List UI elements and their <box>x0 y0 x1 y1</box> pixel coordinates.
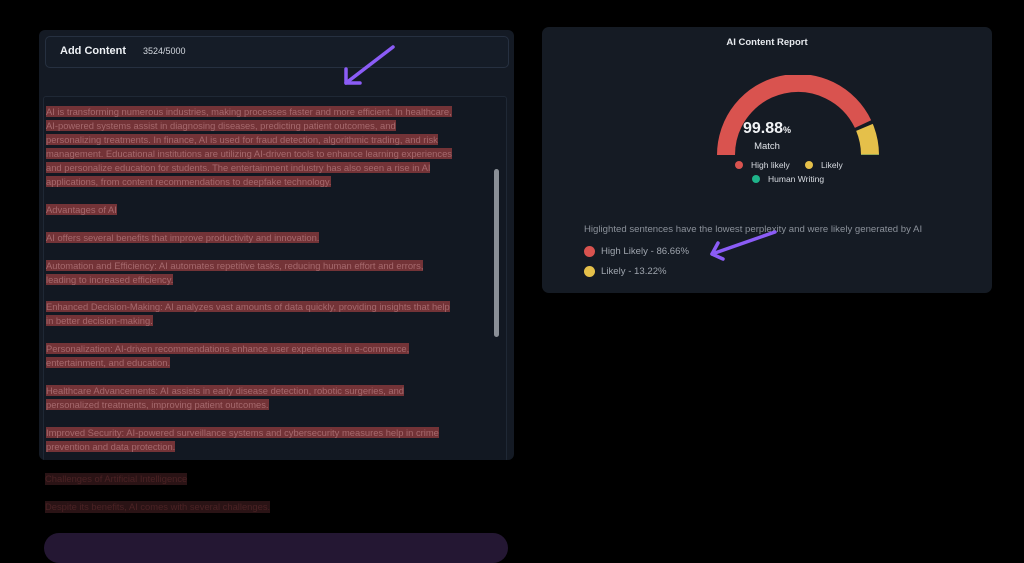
submit-bar[interactable] <box>44 533 508 563</box>
highlight-note: Higlighted sentences have the lowest per… <box>584 224 922 235</box>
yellow-dot-icon <box>805 161 813 169</box>
scrollbar-thumb[interactable] <box>494 169 499 337</box>
content-paragraph: AI offers several benefits that improve … <box>46 231 498 245</box>
highlighted-sentence: AI-powered systems assist in diagnosing … <box>46 120 396 131</box>
highlighted-sentence: Advantages of AI <box>46 204 117 215</box>
content-paragraph: Improved Security: AI-powered surveillan… <box>46 426 498 454</box>
highlighted-sentence: personalized treatments, improving patie… <box>46 399 269 410</box>
score-value: 99.88 <box>743 120 783 137</box>
yellow-dot-icon <box>584 266 595 277</box>
highlighted-sentence: personalizing treatments. In finance, AI… <box>46 134 438 145</box>
stat-label: High Likely - 86.66% <box>601 246 689 257</box>
highlighted-sentence: entertainment, and education. <box>46 357 170 368</box>
highlighted-sentence: in better decision-making. <box>46 315 153 326</box>
content-paragraph: Automation and Efficiency: AI automates … <box>46 259 498 287</box>
content-paragraph: AI is transforming numerous industries, … <box>46 105 498 190</box>
highlighted-sentence: management. Educational institutions are… <box>46 148 452 159</box>
green-dot-icon <box>752 175 760 183</box>
editor-header: Add Content 3524/5000 <box>45 36 509 68</box>
match-label: Match <box>542 141 992 152</box>
red-dot-icon <box>584 246 595 257</box>
stat-high-likely: High Likely - 86.66% <box>584 246 689 257</box>
stat-label: Likely - 13.22% <box>601 266 667 277</box>
highlighted-sentence: Enhanced Decision-Making: AI analyzes va… <box>46 301 450 312</box>
score-unit: % <box>783 125 791 135</box>
content-text: AI is transforming numerous industries, … <box>46 105 498 460</box>
content-paragraph: Personalization: AI-driven recommendatio… <box>46 342 498 370</box>
scrollbar-track[interactable] <box>494 99 500 459</box>
legend-label: Likely <box>821 160 843 170</box>
highlighted-sentence: prevention and data protection. <box>46 441 175 452</box>
highlighted-sentence: leading to increased efficiency. <box>46 274 173 285</box>
highlighted-sentence: Healthcare Advancements: AI assists in e… <box>46 385 404 396</box>
highlighted-sentence: applications, from content recommendatio… <box>46 176 331 187</box>
highlighted-sentence: Improved Security: AI-powered surveillan… <box>46 427 439 438</box>
highlighted-sentence: and personalize education for students. … <box>46 162 430 173</box>
ai-content-report-panel: AI Content Report 99.88% Match High like… <box>542 27 992 293</box>
content-paragraph: Advantages of AI <box>46 203 498 217</box>
add-content-panel: Add Content 3524/5000 AI is transforming… <box>39 30 514 460</box>
legend-human-writing: Human Writing <box>752 174 824 184</box>
legend-label: High likely <box>751 160 790 170</box>
overflow-line: Despite its benefits, AI comes with seve… <box>45 501 270 513</box>
highlighted-sentence: Automation and Efficiency: AI automates … <box>46 260 423 271</box>
content-textarea[interactable]: AI is transforming numerous industries, … <box>43 96 507 460</box>
report-title: AI Content Report <box>542 37 992 48</box>
content-paragraph: Enhanced Decision-Making: AI analyzes va… <box>46 300 498 328</box>
content-paragraph: Healthcare Advancements: AI assists in e… <box>46 384 498 412</box>
editor-title: Add Content <box>60 45 126 57</box>
red-dot-icon <box>735 161 743 169</box>
highlighted-sentence: AI offers several benefits that improve … <box>46 232 319 243</box>
legend-label: Human Writing <box>768 174 824 184</box>
match-score: 99.88% <box>542 120 992 138</box>
highlighted-sentence: AI is transforming numerous industries, … <box>46 106 452 117</box>
character-counter: 3524/5000 <box>143 46 186 56</box>
overflow-line: Challenges of Artificial Intelligence <box>45 473 187 485</box>
stat-likely: Likely - 13.22% <box>584 266 667 277</box>
legend-likely: Likely <box>805 160 843 170</box>
legend-high-likely: High likely <box>735 160 790 170</box>
highlighted-sentence: Personalization: AI-driven recommendatio… <box>46 343 409 354</box>
